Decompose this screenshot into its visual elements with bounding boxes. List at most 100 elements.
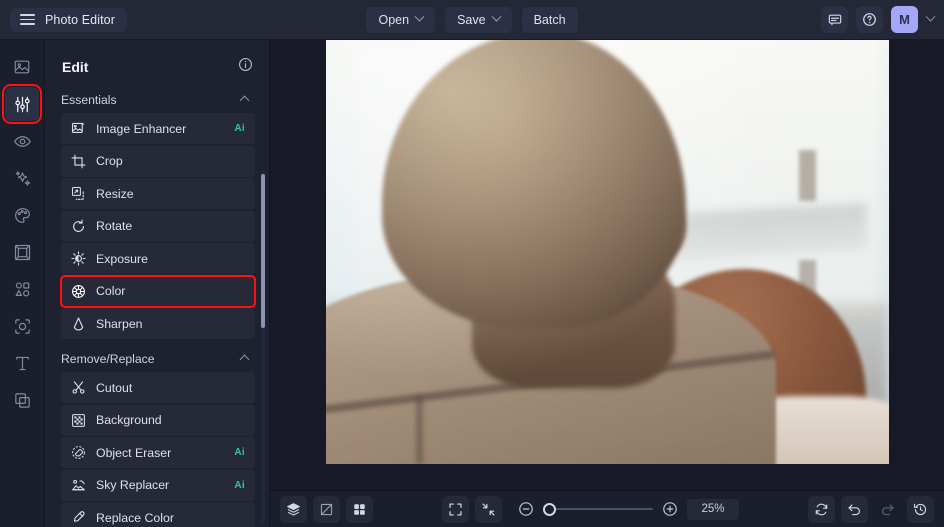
tool-label: Resize <box>96 186 134 201</box>
zoom-out-button[interactable] <box>518 501 534 517</box>
rail-item-effects[interactable] <box>5 161 39 195</box>
grid-toggle-button[interactable] <box>346 495 373 523</box>
tool-item-exposure[interactable]: Exposure <box>61 243 255 274</box>
tool-item-sky-replacer[interactable]: Sky Replacer Ai <box>61 469 255 501</box>
rail-item-text[interactable] <box>5 346 39 380</box>
info-circle-icon[interactable] <box>238 57 253 77</box>
chevron-down-icon <box>491 11 502 22</box>
eraser-icon <box>70 445 87 460</box>
canvas-stage: 25% <box>270 40 944 527</box>
rail-item-frames[interactable] <box>5 235 39 269</box>
chevron-down-icon <box>414 11 425 22</box>
ai-badge: Ai <box>234 123 245 134</box>
avatar[interactable]: M <box>891 6 918 33</box>
reset-button[interactable] <box>808 495 835 523</box>
zoom-level-value[interactable]: 25% <box>687 498 739 520</box>
tool-label: Sky Replacer <box>96 478 170 492</box>
crop-icon <box>70 154 87 169</box>
resize-icon <box>70 186 87 201</box>
color-wheel-icon <box>70 284 87 299</box>
app-body: Edit Essentials Image Enhancer Ai Crop R… <box>0 40 944 527</box>
tool-label: Crop <box>96 154 123 168</box>
sharpen-icon <box>70 316 87 331</box>
rail-item-shapes[interactable] <box>5 272 39 306</box>
tool-item-object-eraser[interactable]: Object Eraser Ai <box>61 437 255 468</box>
top-toolbar: Photo Editor Open Save Batch M <box>0 0 944 40</box>
chevron-up-icon <box>239 95 250 105</box>
save-label: Save <box>457 12 486 27</box>
redo-button[interactable] <box>874 496 901 523</box>
rail-item-overlay[interactable] <box>5 309 39 343</box>
zoom-slider-handle[interactable] <box>543 502 556 516</box>
tool-item-crop[interactable]: Crop <box>61 145 255 177</box>
tool-item-image-enhancer[interactable]: Image Enhancer Ai <box>61 113 255 144</box>
chevron-up-icon <box>239 354 250 364</box>
exposure-icon <box>70 251 87 266</box>
tool-label: Replace Color <box>96 510 174 525</box>
feedback-button[interactable] <box>821 6 848 33</box>
rail-item-layers[interactable] <box>5 383 39 417</box>
tool-label: Object Eraser <box>96 445 172 460</box>
zoom-slider-track <box>543 508 653 510</box>
batch-label: Batch <box>533 12 566 27</box>
page-title: Edit <box>62 59 89 75</box>
open-label: Open <box>378 12 410 27</box>
edit-tool-list[interactable]: Essentials Image Enhancer Ai Crop Resize… <box>45 86 269 527</box>
tool-label: Color <box>96 284 126 298</box>
image-enhance-icon <box>70 121 87 136</box>
scissors-icon <box>70 380 87 395</box>
zoom-controls: 25% <box>518 498 739 520</box>
photo-warm-overlay <box>326 40 889 464</box>
tool-item-rotate[interactable]: Rotate <box>61 210 255 242</box>
app-menu-button[interactable]: Photo Editor <box>10 7 127 32</box>
bottom-toolbar: 25% <box>270 490 944 527</box>
checkerboard-icon <box>70 413 87 428</box>
rail-item-adjust[interactable] <box>2 84 42 124</box>
layers-toggle-button[interactable] <box>280 495 307 523</box>
section-header-remove-replace[interactable]: Remove/Replace <box>61 345 255 372</box>
tool-item-replace-color[interactable]: Replace Color <box>61 502 255 527</box>
edit-panel: Edit Essentials Image Enhancer Ai Crop R… <box>45 40 270 527</box>
open-button[interactable]: Open <box>366 6 436 33</box>
edit-panel-header: Edit <box>45 48 269 86</box>
top-center-actions: Open Save Batch <box>0 6 944 33</box>
section-header-essentials[interactable]: Essentials <box>61 86 255 113</box>
tool-label: Exposure <box>96 251 148 266</box>
fit-to-screen-button[interactable] <box>442 495 469 523</box>
app-title: Photo Editor <box>45 12 115 27</box>
rail-item-retouch[interactable] <box>5 124 39 158</box>
ai-badge: Ai <box>234 447 245 458</box>
tool-label: Rotate <box>96 219 133 233</box>
compare-toggle-button[interactable] <box>313 495 340 523</box>
tool-label: Image Enhancer <box>96 121 187 136</box>
history-button[interactable] <box>907 495 934 523</box>
tool-item-background[interactable]: Background <box>61 404 255 436</box>
rotate-icon <box>70 219 87 234</box>
tool-label: Cutout <box>96 380 133 395</box>
help-button[interactable] <box>856 6 883 33</box>
rail-item-color-palette[interactable] <box>5 198 39 232</box>
batch-button[interactable]: Batch <box>521 6 578 33</box>
hamburger-icon <box>20 14 35 25</box>
tool-item-cutout[interactable]: Cutout <box>61 372 255 403</box>
chevron-down-icon[interactable] <box>925 11 936 22</box>
eyedropper-icon <box>70 510 87 525</box>
zoom-in-button[interactable] <box>662 501 678 517</box>
tool-label: Background <box>96 413 162 427</box>
photo-canvas[interactable] <box>326 40 889 464</box>
section-title: Remove/Replace <box>61 352 155 366</box>
photo-editor-app: Photo Editor Open Save Batch M Edit Esse… <box>0 0 944 527</box>
panel-scrollbar-thumb[interactable] <box>261 174 265 328</box>
rail-item-image[interactable] <box>5 50 39 84</box>
zoom-slider[interactable] <box>543 502 653 516</box>
actual-size-button[interactable] <box>475 495 502 523</box>
save-button[interactable]: Save <box>445 6 512 33</box>
tool-item-resize[interactable]: Resize <box>61 178 255 209</box>
section-title: Essentials <box>61 93 117 107</box>
top-right-actions: M <box>821 6 936 33</box>
undo-button[interactable] <box>841 495 868 523</box>
canvas-area[interactable] <box>270 40 944 490</box>
tool-item-color[interactable]: Color <box>60 274 256 308</box>
tool-item-sharpen[interactable]: Sharpen <box>61 308 255 339</box>
ai-badge: Ai <box>234 479 245 491</box>
